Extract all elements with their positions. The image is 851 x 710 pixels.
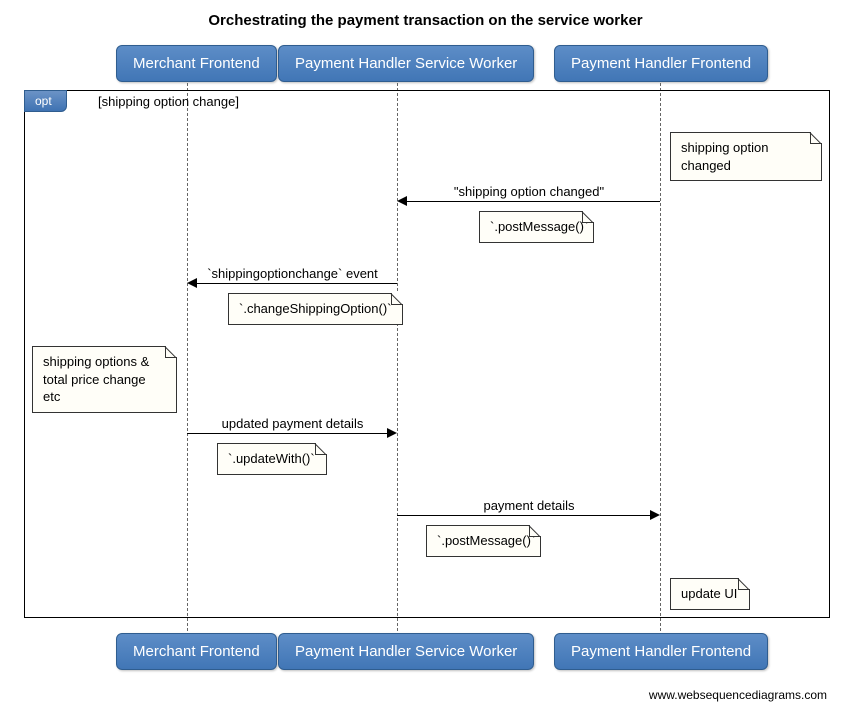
diagram-title: Orchestrating the payment transaction on…	[0, 12, 851, 29]
msg-shippingoptionchange-event: `shippingoptionchange` event	[190, 266, 395, 281]
arrow-line-1	[400, 201, 660, 202]
msg-payment-details: payment details	[400, 498, 658, 513]
participant-merchant-top: Merchant Frontend	[116, 45, 277, 82]
participant-sw-top: Payment Handler Service Worker	[278, 45, 534, 82]
note-text: update UI	[681, 586, 737, 601]
arrow-line-3	[187, 433, 394, 434]
participant-sw-bottom: Payment Handler Service Worker	[278, 633, 534, 670]
participant-ph-frontend-bottom: Payment Handler Frontend	[554, 633, 768, 670]
watermark: www.websequencediagrams.com	[649, 688, 827, 702]
note-text: shipping option changed	[681, 140, 768, 173]
note-text: `.postMessage()`	[437, 533, 535, 548]
note-text: `.postMessage()`	[490, 219, 588, 234]
note-postmessage-2: `.postMessage()`	[426, 525, 541, 557]
note-updatewith: `.updateWith()`	[217, 443, 327, 475]
arrow-head-2	[187, 278, 197, 288]
msg-shipping-option-changed: "shipping option changed"	[400, 184, 658, 199]
note-update-ui: update UI	[670, 578, 750, 610]
opt-fragment-label: opt	[24, 90, 67, 112]
arrow-head-3	[387, 428, 397, 438]
arrow-line-2	[190, 283, 397, 284]
opt-fragment-guard: [shipping option change]	[98, 94, 239, 109]
arrow-line-4	[397, 515, 657, 516]
note-text: `.updateWith()`	[228, 451, 315, 466]
note-text: shipping options & total price change et…	[43, 354, 149, 404]
note-text: `.changeShippingOption()`	[239, 301, 391, 316]
participant-ph-frontend-top: Payment Handler Frontend	[554, 45, 768, 82]
participant-merchant-bottom: Merchant Frontend	[116, 633, 277, 670]
arrow-head-4	[650, 510, 660, 520]
note-postmessage-1: `.postMessage()`	[479, 211, 594, 243]
arrow-head-1	[397, 196, 407, 206]
note-changeshippingoption: `.changeShippingOption()`	[228, 293, 403, 325]
note-shipping-option-changed: shipping option changed	[670, 132, 822, 181]
note-shipping-options-total: shipping options & total price change et…	[32, 346, 177, 413]
msg-updated-payment-details: updated payment details	[190, 416, 395, 431]
